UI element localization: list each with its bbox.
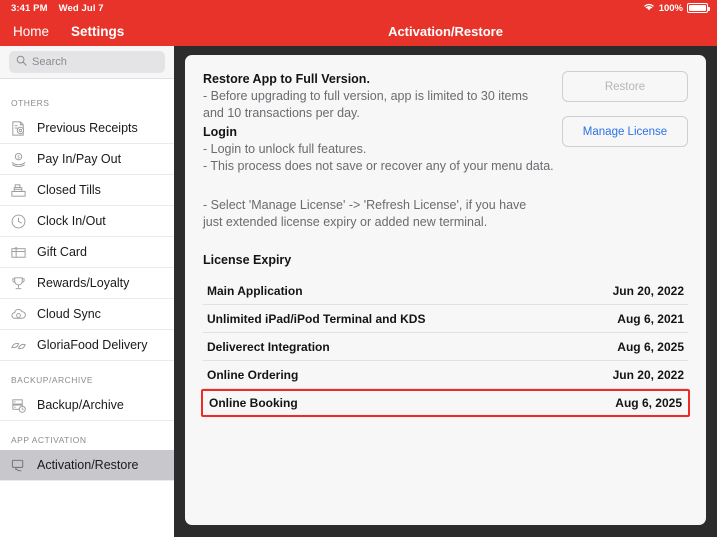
sidebar-item-clock-in-out[interactable]: Clock In/Out [0, 206, 174, 237]
svg-text:$: $ [17, 154, 20, 160]
sidebar-item-closed-tills[interactable]: Closed Tills [0, 175, 174, 206]
cash-hand-icon: $ [9, 150, 28, 169]
search-icon [16, 53, 27, 71]
sidebar-item-label: Gift Card [37, 245, 88, 259]
nav-bar: Home Settings Activation/Restore [0, 16, 717, 46]
sidebar-item-label: Rewards/Loyalty [37, 276, 130, 290]
sidebar[interactable]: Search OTHERS Previous Receipts $ Pay In… [0, 46, 174, 537]
license-date: Aug 6, 2021 [617, 311, 684, 326]
table-row: Main Application Jun 20, 2022 [203, 277, 688, 305]
database-backup-icon [9, 396, 28, 415]
license-date: Aug 6, 2025 [615, 396, 682, 410]
status-bar: 3:41 PM Wed Jul 7 100% [0, 0, 717, 16]
wifi-icon [643, 2, 655, 14]
sidebar-item-activation-restore[interactable]: Activation/Restore [0, 450, 174, 481]
license-date: Aug 6, 2025 [617, 339, 684, 354]
sidebar-item-pay-in-pay-out[interactable]: $ Pay In/Pay Out [0, 144, 174, 175]
login-line-2: - This process does not save or recover … [203, 159, 554, 173]
sidebar-item-label: Clock In/Out [37, 214, 106, 228]
note-line-1: - Select 'Manage License' -> 'Refresh Li… [203, 198, 527, 212]
nav-home-button[interactable]: Home [13, 24, 49, 39]
search-placeholder: Search [32, 56, 67, 68]
sidebar-item-label: Backup/Archive [37, 398, 124, 412]
table-row: Online Ordering Jun 20, 2022 [203, 361, 688, 389]
sidebar-item-cloud-sync[interactable]: Cloud Sync [0, 299, 174, 330]
nav-left-group: Home Settings [0, 16, 174, 46]
license-name: Deliverect Integration [207, 339, 330, 354]
sidebar-item-gloriafood-delivery[interactable]: GloriaFood Delivery [0, 330, 174, 361]
status-date: Wed Jul 7 [58, 2, 104, 14]
sidebar-item-previous-receipts[interactable]: Previous Receipts [0, 113, 174, 144]
license-date: Jun 20, 2022 [612, 283, 684, 298]
cash-register-icon [9, 181, 28, 200]
sidebar-item-gift-card[interactable]: Gift Card [0, 237, 174, 268]
manage-license-button-label: Manage License [582, 125, 668, 138]
license-date: Jun 20, 2022 [612, 367, 684, 382]
trophy-icon [9, 274, 28, 293]
sidebar-section-header-backup-archive: BACKUP/ARCHIVE [0, 361, 174, 390]
restore-device-icon [9, 456, 28, 475]
sidebar-item-label: Closed Tills [37, 183, 101, 197]
table-row-highlighted: Online Booking Aug 6, 2025 [201, 389, 690, 417]
sidebar-item-label: Pay In/Pay Out [37, 152, 122, 166]
status-time: 3:41 PM [11, 2, 48, 14]
gift-card-icon [9, 243, 28, 262]
license-name: Main Application [207, 283, 303, 298]
app-root: 3:41 PM Wed Jul 7 100% Home Settings Act… [0, 0, 717, 537]
sidebar-section-header-others: OTHERS [0, 79, 174, 113]
table-row: Unlimited iPad/iPod Terminal and KDS Aug… [203, 305, 688, 333]
leaf-icon [9, 336, 28, 355]
sidebar-item-label: Activation/Restore [37, 458, 139, 472]
content-area: Restore App to Full Version. - Before up… [174, 46, 717, 537]
sidebar-item-rewards-loyalty[interactable]: Rewards/Loyalty [0, 268, 174, 299]
receipt-icon [9, 119, 28, 138]
sidebar-item-label: Previous Receipts [37, 121, 138, 135]
license-expiry-table: Main Application Jun 20, 2022 Unlimited … [201, 277, 690, 417]
cloud-sync-icon [9, 305, 28, 324]
license-name: Unlimited iPad/iPod Terminal and KDS [207, 311, 426, 326]
status-right-group: 100% [643, 2, 710, 14]
battery-percent: 100% [658, 2, 683, 14]
clock-icon [9, 212, 28, 231]
sidebar-item-label: Cloud Sync [37, 307, 101, 321]
search-input[interactable]: Search [9, 51, 165, 73]
battery-full-icon [687, 3, 710, 13]
sidebar-bottom-filler [0, 481, 174, 507]
restore-button-label: Restore [604, 80, 646, 93]
license-expiry-title: License Expiry [203, 253, 292, 267]
note-line-2: just extended license expiry or added ne… [203, 215, 488, 229]
page-title: Activation/Restore [388, 23, 503, 39]
sidebar-item-backup-archive[interactable]: Backup/Archive [0, 390, 174, 421]
license-name: Online Booking [209, 396, 298, 410]
sidebar-item-label: GloriaFood Delivery [37, 338, 148, 352]
restore-button[interactable]: Restore [562, 71, 688, 102]
nav-settings-button[interactable]: Settings [71, 24, 124, 39]
manage-license-button[interactable]: Manage License [562, 116, 688, 147]
license-name: Online Ordering [207, 367, 299, 382]
table-row: Deliverect Integration Aug 6, 2025 [203, 333, 688, 361]
search-bar-container: Search [0, 46, 174, 79]
activation-card: Restore App to Full Version. - Before up… [185, 55, 706, 525]
sidebar-section-header-app-activation: APP ACTIVATION [0, 421, 174, 450]
